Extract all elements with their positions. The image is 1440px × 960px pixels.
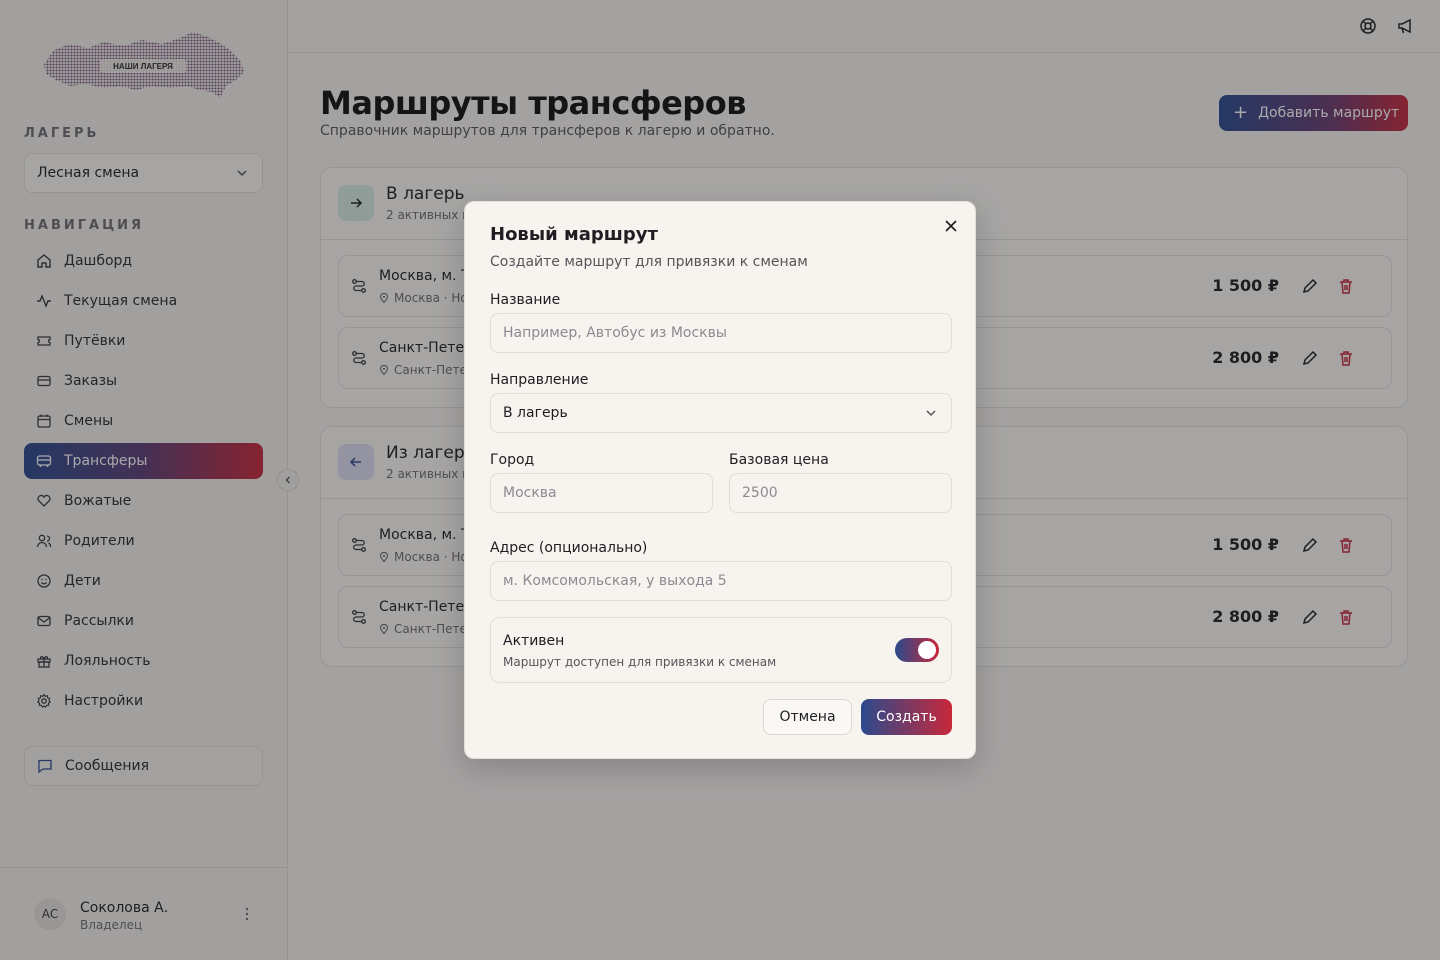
city-placeholder: Москва xyxy=(503,485,557,501)
name-placeholder: Например, Автобус из Москвы xyxy=(503,325,727,341)
price-placeholder: 2500 xyxy=(742,485,778,501)
city-input[interactable]: Москва xyxy=(490,473,713,513)
active-toggle[interactable] xyxy=(895,638,939,662)
direction-label: Направление xyxy=(490,372,589,388)
price-label: Базовая цена xyxy=(729,452,829,468)
chevron-down-icon xyxy=(926,410,936,417)
city-label: Город xyxy=(490,452,535,468)
active-title: Активен xyxy=(503,633,565,649)
close-icon[interactable] xyxy=(944,219,958,233)
direction-value: В лагерь xyxy=(503,405,568,421)
direction-select[interactable]: В лагерь xyxy=(490,393,952,433)
address-placeholder: м. Комсомольская, у выхода 5 xyxy=(503,573,727,589)
dialog-title: Новый маршрут xyxy=(490,224,658,245)
name-input[interactable]: Например, Автобус из Москвы xyxy=(490,313,952,353)
new-route-dialog: Новый маршрут Создайте маршрут для привя… xyxy=(464,201,976,759)
active-subtitle: Маршрут доступен для привязки к сменам xyxy=(503,655,777,669)
price-input[interactable]: 2500 xyxy=(729,473,952,513)
name-label: Название xyxy=(490,292,561,308)
cancel-button[interactable]: Отмена xyxy=(763,699,852,735)
active-setting: Активен Маршрут доступен для привязки к … xyxy=(490,617,952,683)
address-input[interactable]: м. Комсомольская, у выхода 5 xyxy=(490,561,952,601)
toggle-knob xyxy=(918,641,936,659)
create-button[interactable]: Создать xyxy=(861,699,952,735)
address-label: Адрес (опционально) xyxy=(490,540,648,556)
dialog-subtitle: Создайте маршрут для привязки к сменам xyxy=(490,254,808,270)
